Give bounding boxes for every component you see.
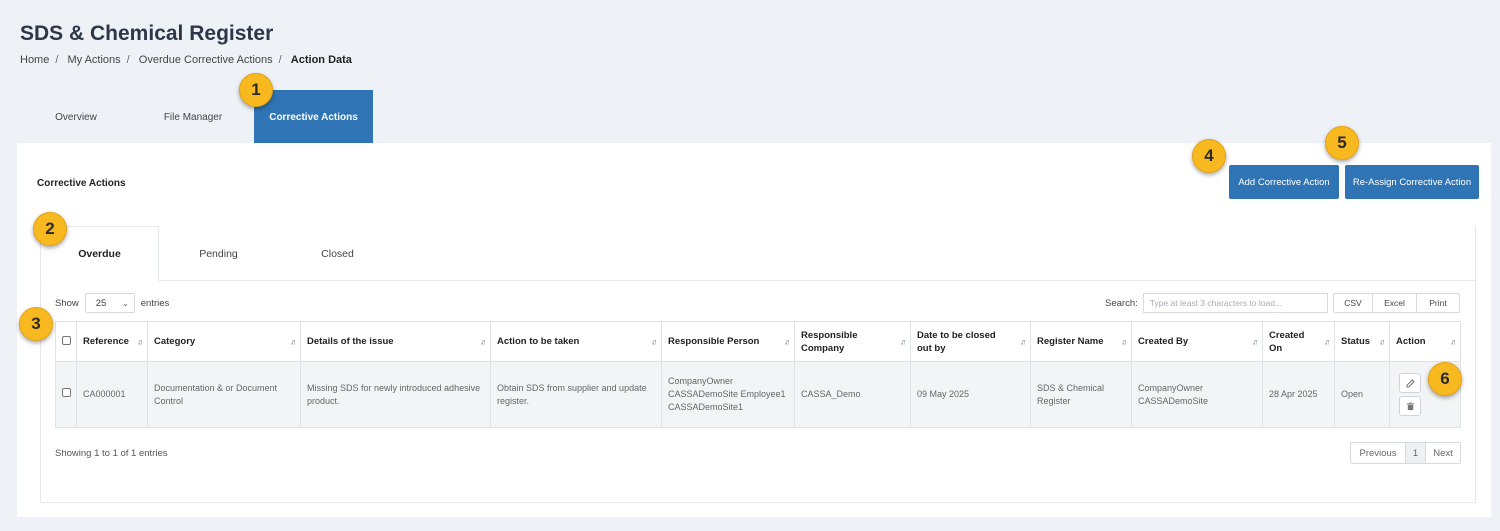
csv-button[interactable]: CSV — [1334, 294, 1373, 312]
sort-icon: ↓↑ — [1450, 337, 1456, 346]
breadcrumb-current: Action Data — [290, 54, 352, 66]
delete-button[interactable] — [1399, 396, 1421, 416]
print-button[interactable]: Print — [1417, 294, 1459, 312]
sort-icon: ↓↑ — [784, 337, 790, 346]
show-entries: Show 25 ⌄ entries — [55, 293, 169, 313]
col-date-close[interactable]: Date to be closed out by ↓↑ — [910, 321, 1031, 362]
annotation-badge-3: 3 — [19, 307, 53, 341]
sort-icon: ↓↑ — [1121, 337, 1127, 346]
breadcrumb-home[interactable]: Home — [20, 54, 49, 66]
select-all-checkbox[interactable] — [62, 335, 71, 345]
breadcrumb: Home / My Actions / Overdue Corrective Act… — [20, 54, 352, 66]
cell-category: Documentation & or Document Control — [147, 361, 301, 428]
sort-icon: ↓↑ — [900, 337, 906, 346]
sort-icon: ↓↑ — [1379, 337, 1385, 346]
row-select-cell — [55, 361, 77, 428]
tab-overview[interactable]: Overview — [20, 90, 132, 144]
trash-icon — [1406, 401, 1414, 410]
sort-icon: ↓↑ — [290, 337, 296, 346]
sub-tab-pending[interactable]: Pending — [159, 226, 278, 281]
pagination-next[interactable]: Next — [1426, 443, 1460, 463]
col-responsible-company[interactable]: Responsible Company ↓↑ — [794, 321, 911, 362]
col-category[interactable]: Category ↓↑ — [147, 321, 301, 362]
corrective-actions-table: Reference ↓↑ Category ↓↑ Details of the is… — [55, 321, 1461, 428]
tab-corrective-actions[interactable]: Corrective Actions — [254, 90, 373, 144]
sub-tabs: Overdue Pending Closed — [40, 226, 397, 281]
section-title: Corrective Actions — [37, 178, 126, 189]
breadcrumb-overdue[interactable]: Overdue Corrective Actions — [139, 54, 273, 66]
main-tabs: Overview File Manager Corrective Actions — [20, 90, 373, 144]
col-status[interactable]: Status ↓↑ — [1334, 321, 1390, 362]
col-details[interactable]: Details of the issue ↓↑ — [300, 321, 491, 362]
cell-register: SDS & Chemical Register — [1030, 361, 1132, 428]
col-reference[interactable]: Reference ↓↑ — [76, 321, 148, 362]
cell-reference: CA000001 — [76, 361, 148, 428]
col-register-name[interactable]: Register Name ↓↑ — [1030, 321, 1132, 362]
reassign-corrective-action-button[interactable]: Re-Assign Corrective Action — [1345, 165, 1479, 199]
table-row: CA000001 Documentation & or Document Con… — [55, 361, 1461, 428]
chevron-down-icon: ⌄ — [122, 298, 129, 308]
page-title: SDS & Chemical Register — [20, 22, 274, 45]
sort-icon: ↓↑ — [137, 337, 143, 346]
col-created-by[interactable]: Created By ↓↑ — [1131, 321, 1263, 362]
show-label: Show — [55, 297, 79, 309]
sort-icon: ↓↑ — [651, 337, 657, 346]
col-responsible-person[interactable]: Responsible Person ↓↑ — [661, 321, 795, 362]
pagination-page-1[interactable]: 1 — [1406, 443, 1426, 463]
excel-button[interactable]: Excel — [1373, 294, 1417, 312]
edit-button[interactable] — [1399, 373, 1421, 393]
annotation-badge-6: 6 — [1428, 362, 1462, 396]
sort-icon: ↓↑ — [480, 337, 486, 346]
col-action-to-take[interactable]: Action to be taken ↓↑ — [490, 321, 662, 362]
entries-select[interactable]: 25 ⌄ — [84, 293, 135, 313]
cell-details: Missing SDS for newly introduced adhesiv… — [300, 361, 491, 428]
annotation-badge-5: 5 — [1325, 126, 1359, 160]
annotation-badge-2: 2 — [33, 212, 67, 246]
breadcrumb-my-actions[interactable]: My Actions — [67, 54, 120, 66]
cell-status: Open — [1334, 361, 1390, 428]
tab-file-manager[interactable]: File Manager — [132, 90, 254, 144]
export-buttons: CSV Excel Print — [1333, 293, 1460, 313]
pagination: Previous 1 Next — [1350, 442, 1461, 464]
table-header-row: Reference ↓↑ Category ↓↑ Details of the is… — [55, 321, 1461, 362]
cell-company: CASSA_Demo — [794, 361, 911, 428]
cell-date: 09 May 2025 — [910, 361, 1031, 428]
sort-icon: ↓↑ — [1324, 337, 1330, 346]
search-row: Search: Type at least 3 characters to lo… — [1105, 293, 1328, 313]
cell-person: CompanyOwner CASSADemoSite Employee1 CAS… — [661, 361, 795, 428]
select-all-cell — [55, 321, 77, 362]
col-action[interactable]: Action ↓↑ — [1389, 321, 1461, 362]
search-input[interactable]: Type at least 3 characters to load... — [1142, 293, 1328, 313]
pagination-previous[interactable]: Previous — [1351, 443, 1406, 463]
annotation-badge-1: 1 — [239, 73, 273, 107]
annotation-badge-4: 4 — [1192, 139, 1226, 173]
add-corrective-action-button[interactable]: Add Corrective Action — [1229, 165, 1339, 199]
col-created-on[interactable]: Created On ↓↑ — [1262, 321, 1335, 362]
row-checkbox[interactable] — [62, 388, 71, 397]
sub-tab-closed[interactable]: Closed — [278, 226, 397, 281]
cell-action: Obtain SDS from supplier and update regi… — [490, 361, 662, 428]
sort-icon: ↓↑ — [1020, 337, 1026, 346]
edit-icon — [1405, 378, 1415, 388]
content-panel: Corrective Actions Add Corrective Action… — [17, 143, 1491, 517]
table-info: Showing 1 to 1 of 1 entries — [55, 448, 168, 459]
search-label: Search: — [1105, 297, 1138, 309]
cell-created-on: 28 Apr 2025 — [1262, 361, 1335, 428]
entries-value: 25 — [95, 297, 107, 309]
cell-created-by: CompanyOwner CASSADemoSite — [1131, 361, 1263, 428]
entries-label: entries — [140, 297, 170, 309]
sort-icon: ↓↑ — [1252, 337, 1258, 346]
